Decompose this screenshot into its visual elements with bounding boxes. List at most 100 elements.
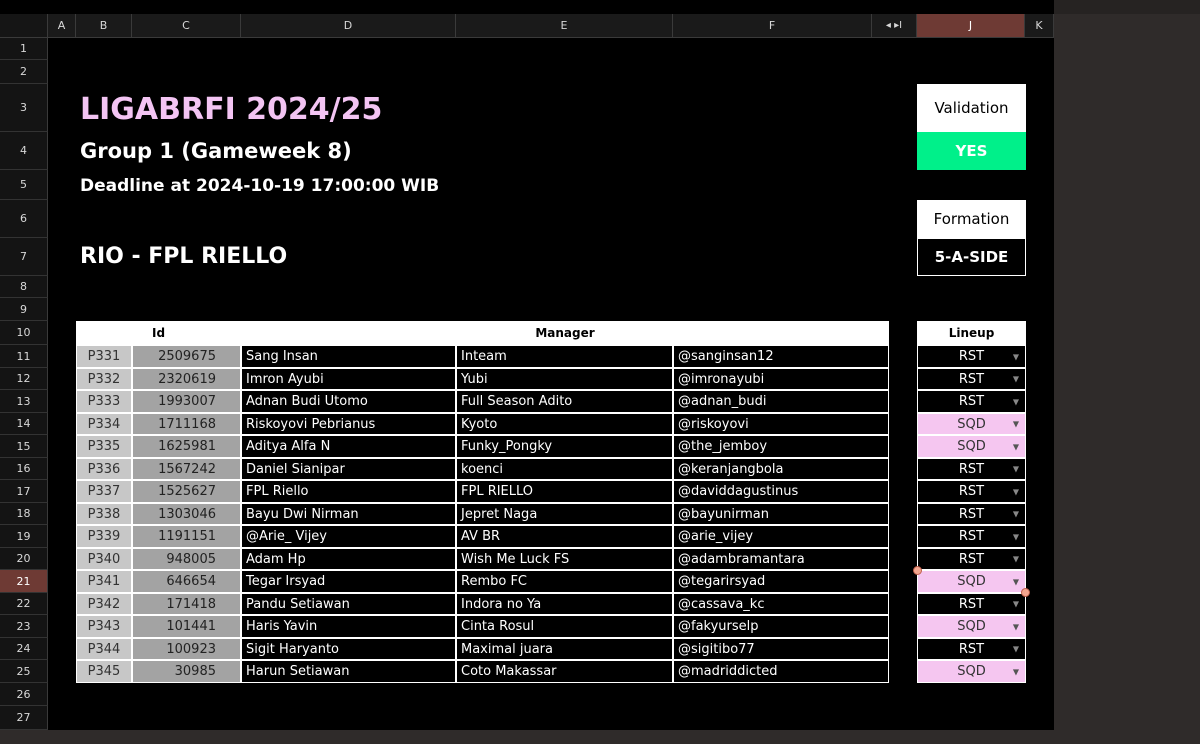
row-header-5[interactable]: 5 (0, 170, 48, 200)
dropdown-arrow-icon[interactable]: ▼ (1013, 622, 1019, 631)
row-header-13[interactable]: 13 (0, 390, 48, 413)
cell-id[interactable]: 1993007 (132, 390, 241, 413)
cell-code[interactable]: P336 (76, 458, 132, 480)
cell-team[interactable]: FPL RIELLO (456, 480, 673, 503)
cell-id[interactable]: 1711168 (132, 413, 241, 435)
cell-handle[interactable]: @sigitibo77 (673, 638, 889, 660)
cell-code[interactable]: P345 (76, 660, 132, 683)
cell-handle[interactable]: @the_jemboy (673, 435, 889, 458)
cell-code[interactable]: P343 (76, 615, 132, 638)
dropdown-arrow-icon[interactable]: ▼ (1013, 397, 1019, 406)
row-header-2[interactable]: 2 (0, 60, 48, 84)
row-header-6[interactable]: 6 (0, 200, 48, 238)
column-header-j[interactable]: J (917, 14, 1025, 38)
cell-code[interactable]: P341 (76, 570, 132, 593)
column-header-k[interactable]: K (1025, 14, 1054, 38)
row-header-7[interactable]: 7 (0, 238, 48, 276)
cell-code[interactable]: P337 (76, 480, 132, 503)
cell-code[interactable]: P344 (76, 638, 132, 660)
row-header-8[interactable]: 8 (0, 276, 48, 298)
lineup-dropdown[interactable]: RST ▼ (917, 593, 1026, 615)
cell-handle[interactable]: @keranjangbola (673, 458, 889, 480)
cell-name[interactable]: Pandu Setiawan (241, 593, 456, 615)
row-header-11[interactable]: 11 (0, 345, 48, 368)
validation-value[interactable]: YES (917, 132, 1026, 170)
cell-code[interactable]: P334 (76, 413, 132, 435)
lineup-dropdown[interactable]: SQD ▼ (917, 660, 1026, 683)
cell-id[interactable]: 1303046 (132, 503, 241, 525)
dropdown-arrow-icon[interactable]: ▼ (1013, 510, 1019, 519)
row-header-9[interactable]: 9 (0, 298, 48, 321)
lineup-dropdown[interactable]: RST ▼ (917, 503, 1026, 525)
cell-name[interactable]: Aditya Alfa N (241, 435, 456, 458)
cell-id[interactable]: 1191151 (132, 525, 241, 548)
row-header-21[interactable]: 21 (0, 570, 48, 593)
dropdown-arrow-icon[interactable]: ▼ (1013, 465, 1019, 474)
lineup-dropdown[interactable]: SQD ▼ (917, 570, 1026, 593)
row-header-26[interactable]: 26 (0, 683, 48, 706)
row-header-15[interactable]: 15 (0, 435, 48, 458)
cell-handle[interactable]: @adnan_budi (673, 390, 889, 413)
row-header-16[interactable]: 16 (0, 458, 48, 480)
cell-handle[interactable]: @sanginsan12 (673, 345, 889, 368)
column-nav-arrows[interactable]: ◂ ▸I (872, 14, 917, 38)
cell-name[interactable]: Bayu Dwi Nirman (241, 503, 456, 525)
cell-name[interactable]: Daniel Sianipar (241, 458, 456, 480)
selection-handle-top[interactable] (913, 566, 922, 575)
cell-handle[interactable]: @cassava_kc (673, 593, 889, 615)
cell-name[interactable]: Sigit Haryanto (241, 638, 456, 660)
row-header-20[interactable]: 20 (0, 548, 48, 570)
row-header-1[interactable]: 1 (0, 38, 48, 60)
cell-handle[interactable]: @bayunirman (673, 503, 889, 525)
cell-handle[interactable]: @fakyurselp (673, 615, 889, 638)
column-header-c[interactable]: C (132, 14, 241, 38)
cell-code[interactable]: P332 (76, 368, 132, 390)
cell-code[interactable]: P340 (76, 548, 132, 570)
cell-team[interactable]: Kyoto (456, 413, 673, 435)
cell-id[interactable]: 948005 (132, 548, 241, 570)
dropdown-arrow-icon[interactable]: ▼ (1013, 352, 1019, 361)
cell-id[interactable]: 2320619 (132, 368, 241, 390)
cell-name[interactable]: FPL Riello (241, 480, 456, 503)
row-header-14[interactable]: 14 (0, 413, 48, 435)
dropdown-arrow-icon[interactable]: ▼ (1013, 645, 1019, 654)
lineup-dropdown[interactable]: RST ▼ (917, 345, 1026, 368)
cell-handle[interactable]: @imronayubi (673, 368, 889, 390)
cell-handle[interactable]: @tegarirsyad (673, 570, 889, 593)
select-all-corner[interactable] (0, 14, 48, 38)
dropdown-arrow-icon[interactable]: ▼ (1013, 667, 1019, 676)
column-header-d[interactable]: D (241, 14, 456, 38)
dropdown-arrow-icon[interactable]: ▼ (1013, 487, 1019, 496)
cell-handle[interactable]: @adambramantara (673, 548, 889, 570)
dropdown-arrow-icon[interactable]: ▼ (1013, 420, 1019, 429)
column-header-b[interactable]: B (76, 14, 132, 38)
cell-id[interactable]: 2509675 (132, 345, 241, 368)
cell-name[interactable]: @Arie_ Vijey (241, 525, 456, 548)
row-header-19[interactable]: 19 (0, 525, 48, 548)
cell-id[interactable]: 646654 (132, 570, 241, 593)
cell-id[interactable]: 100923 (132, 638, 241, 660)
selection-handle-bottom[interactable] (1021, 588, 1030, 597)
row-header-12[interactable]: 12 (0, 368, 48, 390)
cell-team[interactable]: Cinta Rosul (456, 615, 673, 638)
cell-name[interactable]: Adam Hp (241, 548, 456, 570)
row-header-23[interactable]: 23 (0, 615, 48, 638)
cell-id[interactable]: 101441 (132, 615, 241, 638)
cell-name[interactable]: Adnan Budi Utomo (241, 390, 456, 413)
dropdown-arrow-icon[interactable]: ▼ (1013, 375, 1019, 384)
cell-team[interactable]: Indora no Ya (456, 593, 673, 615)
row-header-27[interactable]: 27 (0, 706, 48, 730)
cell-id[interactable]: 1525627 (132, 480, 241, 503)
column-header-f[interactable]: F (673, 14, 872, 38)
lineup-dropdown[interactable]: SQD ▼ (917, 435, 1026, 458)
cell-team[interactable]: AV BR (456, 525, 673, 548)
dropdown-arrow-icon[interactable]: ▼ (1013, 532, 1019, 541)
cell-handle[interactable]: @madriddicted (673, 660, 889, 683)
cell-code[interactable]: P339 (76, 525, 132, 548)
lineup-dropdown[interactable]: RST ▼ (917, 458, 1026, 480)
cell-id[interactable]: 30985 (132, 660, 241, 683)
lineup-dropdown[interactable]: RST ▼ (917, 368, 1026, 390)
cell-team[interactable]: Coto Makassar (456, 660, 673, 683)
cell-name[interactable]: Harun Setiawan (241, 660, 456, 683)
row-header-24[interactable]: 24 (0, 638, 48, 660)
